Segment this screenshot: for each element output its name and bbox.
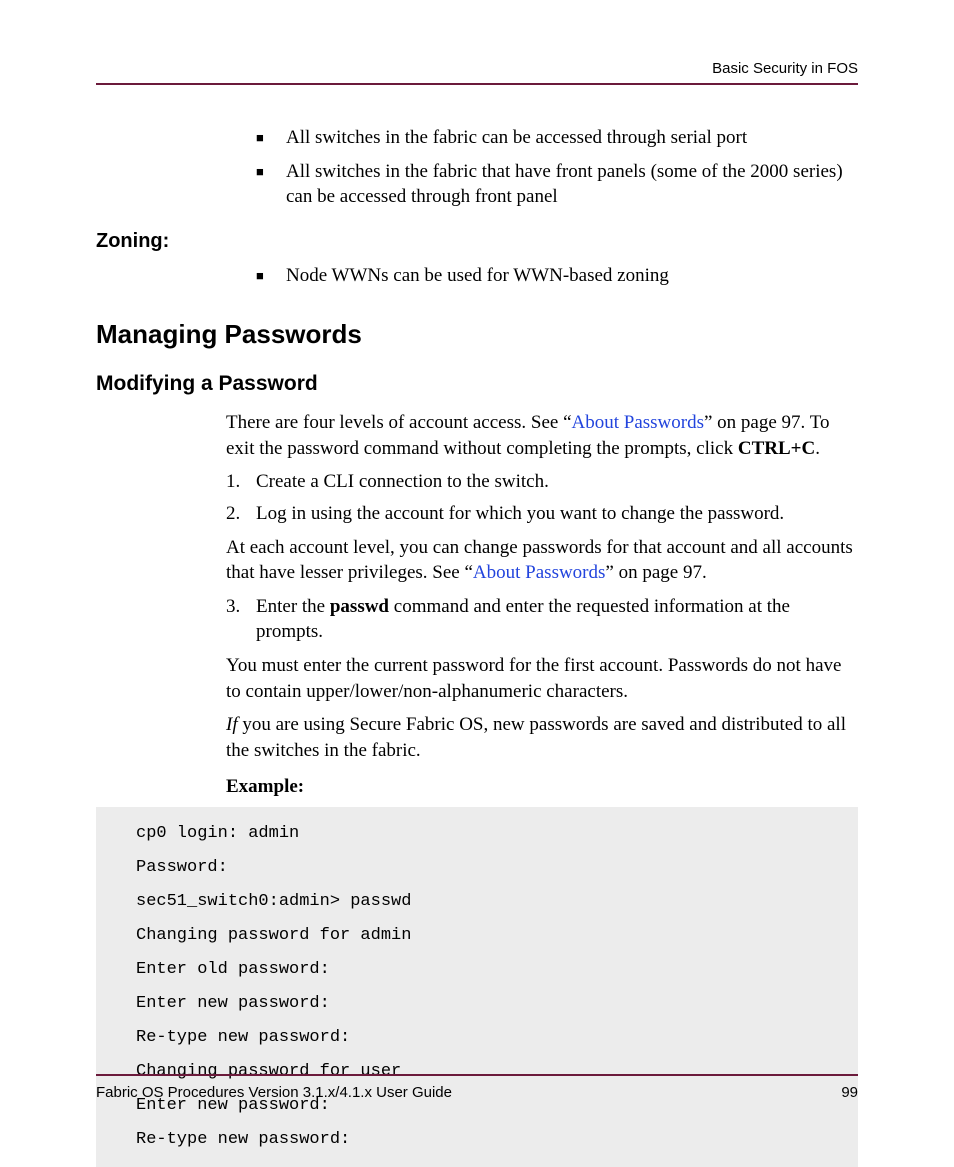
step-item: Create a CLI connection to the switch. bbox=[226, 469, 858, 495]
text-fragment: you are using Secure Fabric OS, new pass… bbox=[226, 714, 846, 761]
running-header-text: Basic Security in FOS bbox=[96, 60, 858, 83]
text-fragment: . bbox=[815, 438, 820, 459]
step-item: Enter the passwd command and enter the r… bbox=[226, 594, 858, 645]
link-about-passwords[interactable]: About Passwords bbox=[572, 412, 704, 433]
zoning-bullet-list: Node WWNs can be used for WWN-based zoni… bbox=[96, 263, 858, 289]
secure-os-paragraph: If you are using Secure Fabric OS, new p… bbox=[96, 712, 858, 763]
managing-passwords-heading: Managing Passwords bbox=[96, 317, 858, 352]
header-divider bbox=[96, 83, 858, 85]
shortcut-text: CTRL+C bbox=[738, 438, 815, 459]
mid-paragraph: At each account level, you can change pa… bbox=[96, 535, 858, 586]
text-fragment-italic: If bbox=[226, 714, 238, 735]
text-fragment: Enter the bbox=[256, 596, 330, 617]
page-content: All switches in the fabric can be access… bbox=[96, 125, 858, 1167]
link-about-passwords[interactable]: About Passwords bbox=[473, 562, 605, 583]
intro-paragraph: There are four levels of account access.… bbox=[96, 410, 858, 461]
footer-page-number: 99 bbox=[841, 1084, 858, 1101]
document-page: Basic Security in FOS All switches in th… bbox=[0, 0, 954, 1145]
step-item: Log in using the account for which you w… bbox=[226, 501, 858, 527]
note-paragraph: You must enter the current password for … bbox=[96, 653, 858, 704]
page-header: Basic Security in FOS bbox=[96, 60, 858, 85]
modifying-password-heading: Modifying a Password bbox=[96, 370, 858, 398]
page-footer: Fabric OS Procedures Version 3.1.x/4.1.x… bbox=[96, 1074, 858, 1101]
footer-doc-title: Fabric OS Procedures Version 3.1.x/4.1.x… bbox=[96, 1084, 452, 1101]
footer-divider bbox=[96, 1074, 858, 1076]
text-fragment: There are four levels of account access.… bbox=[226, 412, 572, 433]
list-item: All switches in the fabric can be access… bbox=[256, 125, 858, 151]
text-fragment: ” on page 97. bbox=[605, 562, 706, 583]
command-text: passwd bbox=[330, 596, 389, 617]
example-label: Example: bbox=[96, 774, 858, 800]
list-item: All switches in the fabric that have fro… bbox=[256, 159, 858, 210]
footer-row: Fabric OS Procedures Version 3.1.x/4.1.x… bbox=[96, 1084, 858, 1101]
steps-list-1-2: Create a CLI connection to the switch. L… bbox=[96, 469, 858, 526]
intro-bullet-list: All switches in the fabric can be access… bbox=[96, 125, 858, 210]
example-code-block: cp0 login: admin Password: sec51_switch0… bbox=[96, 807, 858, 1167]
steps-list-3: Enter the passwd command and enter the r… bbox=[96, 594, 858, 645]
list-item: Node WWNs can be used for WWN-based zoni… bbox=[256, 263, 858, 289]
zoning-heading: Zoning: bbox=[96, 228, 858, 255]
